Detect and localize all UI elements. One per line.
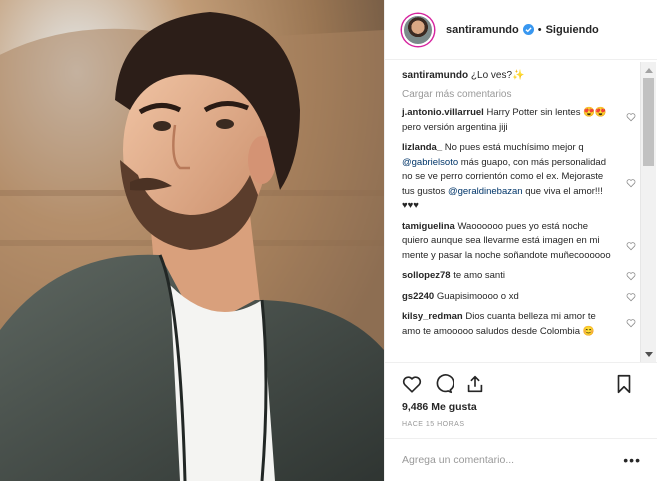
follow-status-button[interactable]: Siguiendo: [546, 24, 599, 36]
caption-username[interactable]: santiramundo: [402, 70, 468, 81]
comment-item: tamiguelina Waoooooo pues yo está noche …: [402, 220, 640, 264]
caption: santiramundo ¿Lo ves?✨: [402, 68, 640, 83]
comment-item: sollopez78 te amo santi: [402, 269, 640, 284]
comment-username[interactable]: gs2240: [402, 291, 434, 302]
comment-heart-icon[interactable]: [626, 178, 636, 188]
comment-mention-link[interactable]: @gabrielsoto: [402, 157, 458, 168]
header-username[interactable]: santiramundo: [446, 24, 519, 36]
post-timestamp[interactable]: HACE 15 HORAS: [402, 421, 465, 428]
add-comment-bar: •••: [385, 438, 657, 481]
comment-input[interactable]: [402, 454, 624, 466]
comment-heart-icon[interactable]: [626, 292, 636, 302]
verified-badge-icon: [522, 24, 534, 35]
comment-heart-icon[interactable]: [626, 271, 636, 281]
share-icon[interactable]: [464, 373, 486, 395]
comment-item: gs2240 Guapisimoooo o xd: [402, 290, 640, 305]
comment-icon[interactable]: [432, 373, 454, 395]
load-more-comments-button[interactable]: Cargar más comentarios: [402, 89, 640, 100]
post-sidebar: santiramundo • Siguiendo santiramundo ¿L…: [384, 0, 657, 481]
comment-username[interactable]: j.antonio.villarruel: [402, 107, 484, 118]
photo-illustration: [0, 0, 384, 481]
comment-username[interactable]: lizlanda_: [402, 142, 442, 153]
comment-item: j.antonio.villarruel Harry Potter sin le…: [402, 106, 640, 135]
comment-username[interactable]: tamiguelina: [402, 221, 455, 232]
comment-item: kilsy_redman Dios cuanta belleza mi amor…: [402, 310, 640, 339]
action-bar: [385, 362, 657, 402]
comments-list[interactable]: santiramundo ¿Lo ves?✨ Cargar más coment…: [385, 62, 640, 360]
comment-username[interactable]: kilsy_redman: [402, 311, 463, 322]
scroll-down-arrow-icon[interactable]: [645, 352, 653, 357]
header-separator: •: [537, 23, 542, 36]
comment-heart-icon[interactable]: [626, 318, 636, 328]
comment-item: lizlanda_ No pues está muchísimo mejor q…: [402, 141, 640, 214]
instagram-post: santiramundo • Siguiendo santiramundo ¿L…: [0, 0, 657, 481]
likes-count[interactable]: 9,486 Me gusta: [402, 401, 477, 413]
comments-scrollbar[interactable]: [640, 62, 656, 362]
comment-mention-link[interactable]: @geraldinebazan: [448, 186, 523, 197]
heart-icon[interactable]: [401, 373, 423, 395]
post-photo[interactable]: [0, 0, 384, 481]
comment-heart-icon[interactable]: [626, 241, 636, 251]
more-options-icon[interactable]: •••: [623, 452, 641, 468]
avatar[interactable]: [402, 13, 434, 46]
post-header: santiramundo • Siguiendo: [385, 0, 657, 60]
bookmark-icon[interactable]: [613, 373, 635, 395]
comment-text: No pues está muchísimo mejor q: [444, 142, 584, 153]
comment-text: te amo santi: [453, 270, 505, 281]
comment-username[interactable]: sollopez78: [402, 270, 451, 281]
scrollbar-thumb[interactable]: [643, 78, 654, 166]
scroll-up-arrow-icon[interactable]: [645, 68, 653, 73]
comment-text: Guapisimoooo o xd: [436, 290, 519, 302]
comment-heart-icon[interactable]: [626, 112, 636, 122]
caption-text: ¿Lo ves?✨: [470, 70, 525, 81]
